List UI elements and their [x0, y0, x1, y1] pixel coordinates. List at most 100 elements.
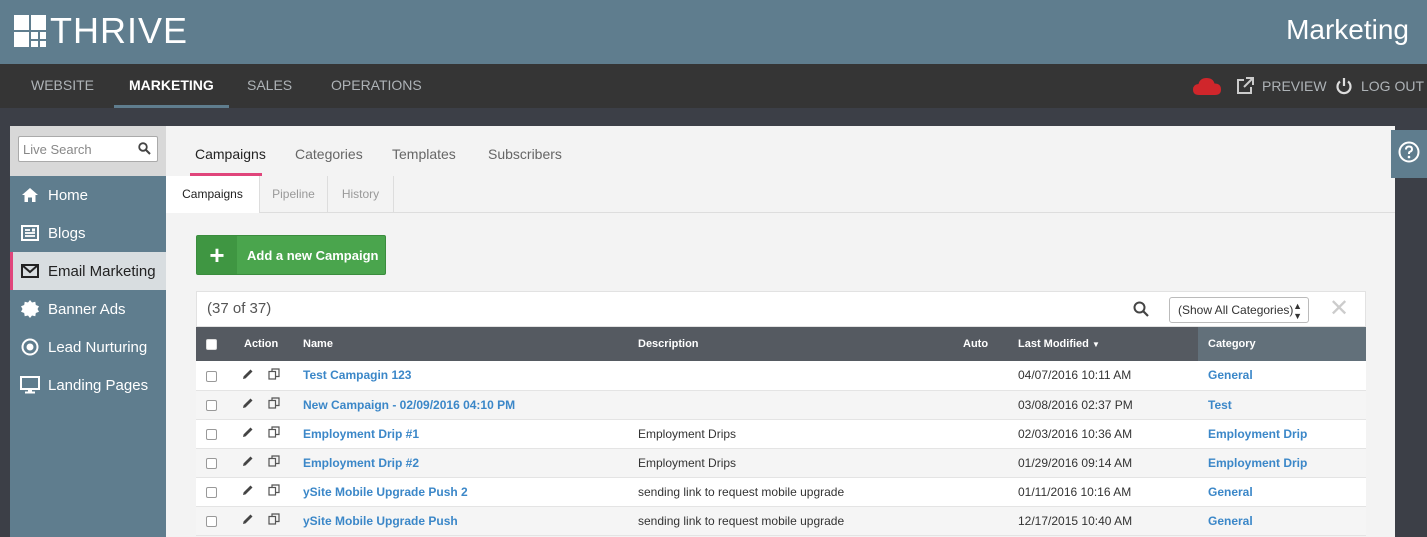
row-actions	[229, 477, 303, 507]
tab-categories[interactable]: Categories	[295, 146, 363, 162]
thrive-logo[interactable]: THRIVE	[14, 10, 189, 51]
live-search-box	[18, 136, 158, 162]
search-icon[interactable]	[1133, 301, 1149, 322]
campaigns-table: Action Name Description Auto Last Modifi…	[196, 327, 1366, 536]
blogs-icon	[20, 223, 40, 243]
row-actions	[229, 506, 303, 536]
col-action: Action	[229, 327, 303, 361]
subtab-pipeline[interactable]: Pipeline	[260, 176, 328, 213]
select-arrows-icon: ▲ ▼	[1293, 301, 1302, 321]
tab-campaigns[interactable]: Campaigns	[195, 146, 266, 162]
row-name: Employment Drip #2	[303, 448, 638, 478]
row-select-cell	[196, 419, 229, 449]
row-checkbox[interactable]	[206, 515, 217, 527]
col-name[interactable]: Name	[303, 327, 638, 361]
row-name: Employment Drip #1	[303, 419, 638, 449]
campaign-name-link[interactable]: Test Campagin 123	[303, 368, 411, 382]
sidebar-item-email-marketing[interactable]: Email Marketing	[10, 252, 166, 290]
campaign-name-link[interactable]: Employment Drip #2	[303, 456, 419, 470]
app-header: THRIVE Marketing	[0, 0, 1427, 64]
help-button[interactable]	[1391, 130, 1427, 178]
row-checkbox[interactable]	[206, 457, 217, 469]
edit-pencil-icon[interactable]	[242, 455, 254, 467]
edit-pencil-icon[interactable]	[242, 397, 254, 409]
nav-operations[interactable]: OPERATIONS	[331, 64, 422, 108]
row-actions	[229, 361, 303, 391]
logout-link[interactable]: LOG OUT	[1335, 64, 1424, 108]
cloud-icon[interactable]	[1192, 64, 1222, 108]
subtab-campaigns[interactable]: Campaigns	[166, 176, 260, 213]
sort-desc-icon: ▼	[1091, 340, 1100, 349]
edit-pencil-icon[interactable]	[242, 426, 254, 438]
row-description: sending link to request mobile upgrade	[638, 477, 963, 507]
duplicate-icon[interactable]	[268, 455, 280, 467]
select-all-cell	[196, 327, 229, 361]
subtab-history[interactable]: History	[328, 176, 394, 213]
live-search-input[interactable]	[19, 137, 129, 161]
category-filter-select[interactable]: (Show All Categories) ▲ ▼	[1169, 297, 1309, 323]
sidebar: Home Blogs Email Marketing Banner Ads Le…	[10, 126, 166, 537]
duplicate-icon[interactable]	[268, 368, 280, 380]
campaign-name-link[interactable]: New Campaign - 02/09/2016 04:10 PM	[303, 398, 515, 412]
clear-filter-icon[interactable]: ✕	[1329, 296, 1349, 322]
nav-website[interactable]: WEBSITE	[31, 64, 94, 108]
col-category[interactable]: Category	[1198, 327, 1366, 361]
duplicate-icon[interactable]	[268, 513, 280, 525]
category-link[interactable]: Test	[1208, 398, 1232, 412]
nav-marketing[interactable]: MARKETING	[114, 64, 229, 108]
sidebar-item-lead-nurturing[interactable]: Lead Nurturing	[10, 328, 166, 366]
row-category: Employment Drip	[1198, 448, 1366, 478]
add-campaign-label: Add a new Campaign	[247, 247, 379, 263]
col-auto[interactable]: Auto	[963, 327, 1018, 361]
row-last-modified: 12/17/2015 10:40 AM	[1018, 506, 1198, 536]
monitor-icon	[20, 375, 40, 395]
category-link[interactable]: Employment Drip	[1208, 427, 1307, 441]
plus-icon: +	[197, 236, 237, 274]
row-checkbox[interactable]	[206, 486, 217, 498]
category-link[interactable]: General	[1208, 485, 1253, 499]
record-count: (37 of 37)	[207, 300, 272, 317]
add-campaign-button[interactable]: + Add a new Campaign	[196, 235, 386, 275]
sidebar-item-label: Home	[48, 186, 89, 204]
logout-label: LOG OUT	[1361, 78, 1425, 94]
row-select-cell	[196, 448, 229, 478]
col-last-modified[interactable]: Last Modified ▼	[1018, 327, 1198, 361]
category-link[interactable]: General	[1208, 368, 1253, 382]
select-all-checkbox[interactable]	[206, 338, 217, 350]
row-name: ySite Mobile Upgrade Push	[303, 506, 638, 536]
target-icon	[20, 337, 40, 357]
duplicate-icon[interactable]	[268, 484, 280, 496]
top-nav: WEBSITE MARKETING SALES OPERATIONS PREVI…	[0, 64, 1427, 108]
campaign-name-link[interactable]: ySite Mobile Upgrade Push	[303, 514, 458, 528]
brand-name: THRIVE	[50, 10, 189, 51]
edit-pencil-icon[interactable]	[242, 484, 254, 496]
campaign-name-link[interactable]: ySite Mobile Upgrade Push 2	[303, 485, 468, 499]
preview-link[interactable]: PREVIEW	[1236, 64, 1327, 108]
edit-pencil-icon[interactable]	[242, 513, 254, 525]
sidebar-item-landing-pages[interactable]: Landing Pages	[10, 366, 166, 404]
nav-sales[interactable]: SALES	[247, 64, 292, 108]
sidebar-item-home[interactable]: Home	[10, 176, 166, 214]
search-icon[interactable]	[138, 142, 151, 160]
row-category: Test	[1198, 390, 1366, 420]
row-checkbox[interactable]	[206, 428, 217, 440]
category-link[interactable]: General	[1208, 514, 1253, 528]
row-description	[638, 361, 963, 391]
duplicate-icon[interactable]	[268, 426, 280, 438]
sidebar-item-banner-ads[interactable]: Banner Ads	[10, 290, 166, 328]
sidebar-item-blogs[interactable]: Blogs	[10, 214, 166, 252]
duplicate-icon[interactable]	[268, 397, 280, 409]
row-auto	[963, 361, 1018, 391]
edit-pencil-icon[interactable]	[242, 368, 254, 380]
col-description[interactable]: Description	[638, 327, 963, 361]
category-link[interactable]: Employment Drip	[1208, 456, 1307, 470]
row-checkbox[interactable]	[206, 399, 217, 411]
row-checkbox[interactable]	[206, 370, 217, 382]
row-last-modified: 02/03/2016 10:36 AM	[1018, 419, 1198, 449]
power-icon	[1335, 77, 1353, 95]
section-title: Marketing	[1286, 14, 1409, 45]
tab-subscribers[interactable]: Subscribers	[488, 146, 562, 162]
sidebar-item-label: Lead Nurturing	[48, 338, 148, 356]
tab-templates[interactable]: Templates	[392, 146, 456, 162]
campaign-name-link[interactable]: Employment Drip #1	[303, 427, 419, 441]
